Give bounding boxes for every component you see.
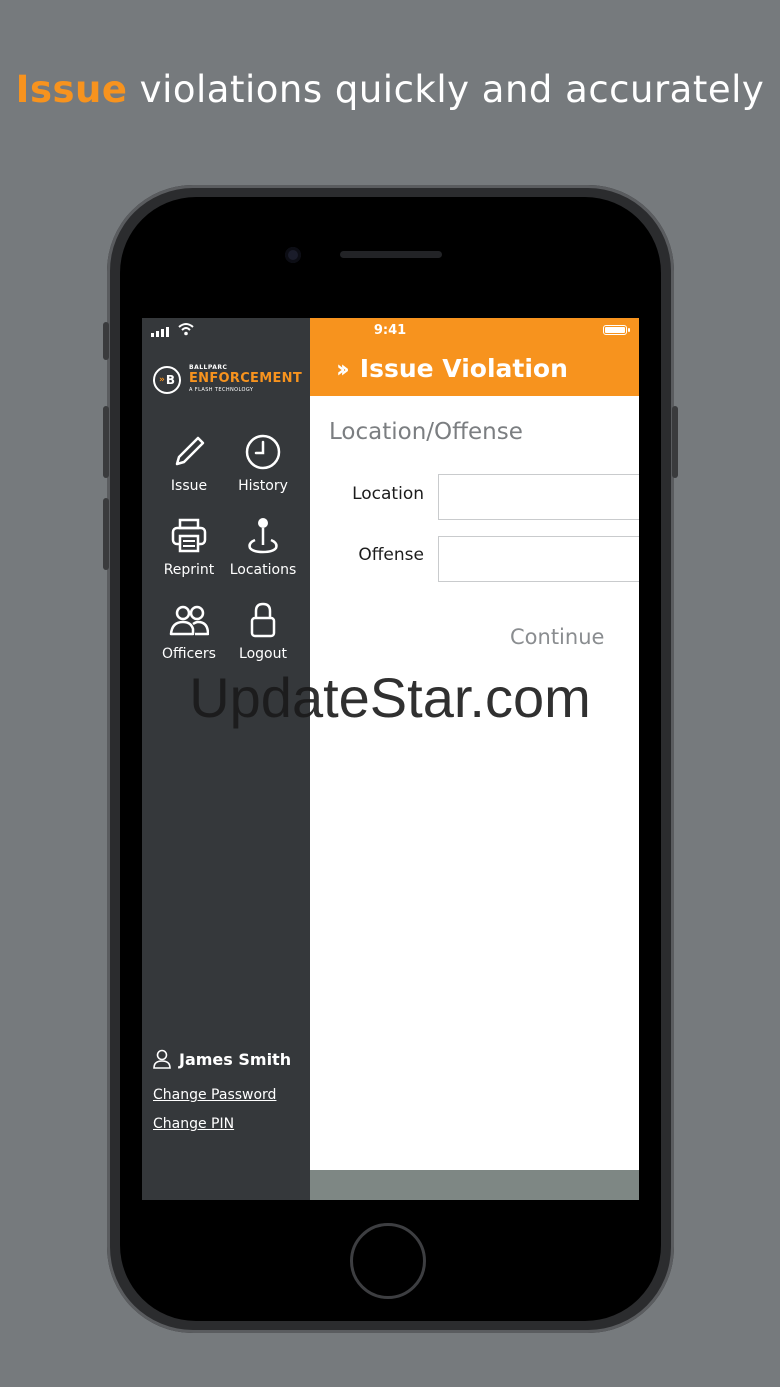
battery-icon bbox=[603, 325, 627, 335]
user-icon bbox=[153, 1049, 171, 1069]
nav-issue-label: Issue bbox=[170, 478, 208, 494]
nav-history-label: History bbox=[238, 478, 288, 494]
pencil-icon bbox=[175, 436, 205, 466]
lock-icon bbox=[250, 602, 276, 638]
nav-officers-label: Officers bbox=[162, 646, 216, 662]
home-button[interactable] bbox=[350, 1223, 426, 1299]
change-pin-link[interactable]: Change PIN bbox=[153, 1116, 234, 1132]
app-logo: » B BALLPARC ENFORCEMENT A FLASH TECHNOLO… bbox=[153, 364, 303, 396]
phone-volume-down bbox=[103, 498, 109, 570]
watermark: UpdateStar.com bbox=[189, 666, 591, 729]
status-time: 9:41 bbox=[373, 323, 407, 338]
logo-top-text: BALLPARC bbox=[189, 364, 228, 371]
header-bar: 9:41 ›› Issue Violation bbox=[310, 318, 639, 396]
logo-main-text: ENFORCEMENT bbox=[189, 371, 302, 386]
nav-history[interactable]: History bbox=[226, 432, 300, 494]
current-user: James Smith bbox=[153, 1049, 291, 1069]
bottom-strip bbox=[310, 1170, 639, 1200]
offense-field[interactable] bbox=[438, 536, 639, 582]
headline-accent: Issue bbox=[15, 68, 128, 111]
wifi-icon bbox=[178, 323, 194, 336]
nav-officers[interactable]: Officers bbox=[152, 600, 226, 662]
headline-rest: violations quickly and accurately bbox=[127, 68, 765, 111]
page-title: Issue Violation bbox=[359, 354, 568, 383]
phone-mute-switch bbox=[103, 322, 109, 360]
page-header: ›› Issue Violation bbox=[336, 354, 568, 383]
earpiece-speaker bbox=[340, 251, 442, 258]
users-icon bbox=[169, 605, 209, 636]
marketing-headline: Issue violations quickly and accurately bbox=[0, 68, 780, 111]
double-chevron-icon: ›› bbox=[336, 354, 350, 383]
battery-tip bbox=[628, 328, 630, 332]
front-camera bbox=[285, 247, 301, 263]
app-screen: » B BALLPARC ENFORCEMENT A FLASH TECHNOLO… bbox=[142, 318, 639, 1200]
user-name: James Smith bbox=[179, 1049, 292, 1069]
main-panel: 9:41 ›› Issue Violation Location/Offense… bbox=[310, 318, 639, 1200]
offense-label: Offense bbox=[358, 545, 424, 565]
sidebar: » B BALLPARC ENFORCEMENT A FLASH TECHNOLO… bbox=[142, 318, 310, 1200]
logo-sub-text: A FLASH TECHNOLOGY bbox=[189, 387, 254, 393]
phone-volume-up bbox=[103, 406, 109, 478]
location-field[interactable] bbox=[438, 474, 639, 520]
continue-button[interactable]: Continue bbox=[510, 625, 604, 649]
nav-reprint[interactable]: Reprint bbox=[152, 516, 226, 578]
phone-power-button bbox=[672, 406, 678, 478]
section-title: Location/Offense bbox=[329, 419, 523, 445]
location-pin-icon bbox=[248, 518, 278, 554]
change-password-link[interactable]: Change Password bbox=[153, 1087, 276, 1103]
signal-icon bbox=[151, 325, 169, 337]
location-label: Location bbox=[352, 484, 424, 504]
printer-icon bbox=[171, 518, 207, 553]
nav-logout-label: Logout bbox=[239, 646, 287, 662]
clock-icon bbox=[245, 434, 281, 470]
nav-logout[interactable]: Logout bbox=[226, 600, 300, 662]
logo-badge: » B bbox=[153, 366, 181, 394]
nav-locations[interactable]: Locations bbox=[226, 516, 300, 578]
nav-issue[interactable]: Issue bbox=[152, 432, 226, 494]
nav-locations-label: Locations bbox=[229, 562, 297, 578]
nav-reprint-label: Reprint bbox=[163, 562, 215, 578]
